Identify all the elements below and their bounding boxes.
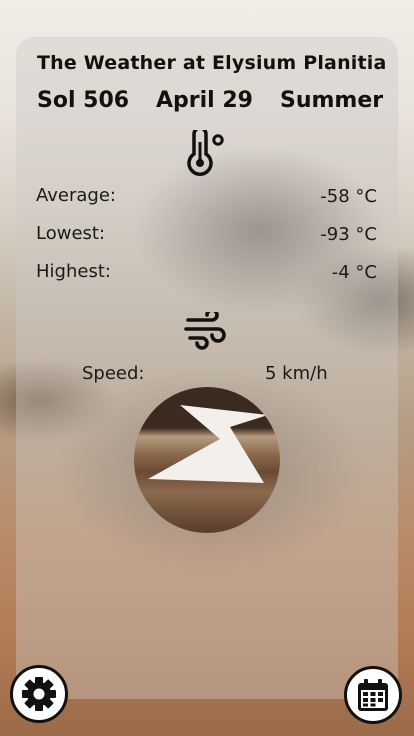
settings-button[interactable] [10,665,68,723]
wind-speed-label: Speed: [82,363,145,384]
average-label: Average: [36,185,116,206]
wind-direction-compass [134,387,280,533]
lowest-value: -93 °C [320,224,377,245]
date-label: April 29 [156,88,253,113]
average-value: -58 °C [320,186,377,207]
thermometer-icon [185,126,229,176]
highest-label: Highest: [36,261,111,282]
sol-label: Sol 506 [37,88,130,113]
gear-icon [22,677,56,711]
lowest-label: Lowest: [36,223,106,244]
wind-direction-arrow-icon [148,405,268,483]
season-label: Summer [280,88,384,113]
page-title: The Weather at Elysium Planitia [37,52,387,74]
calendar-button[interactable] [344,666,402,724]
wind-icon [184,308,230,352]
highest-value: -4 °C [331,262,377,283]
wind-speed-value: 5 km/h [265,363,328,384]
calendar-icon [358,679,388,711]
